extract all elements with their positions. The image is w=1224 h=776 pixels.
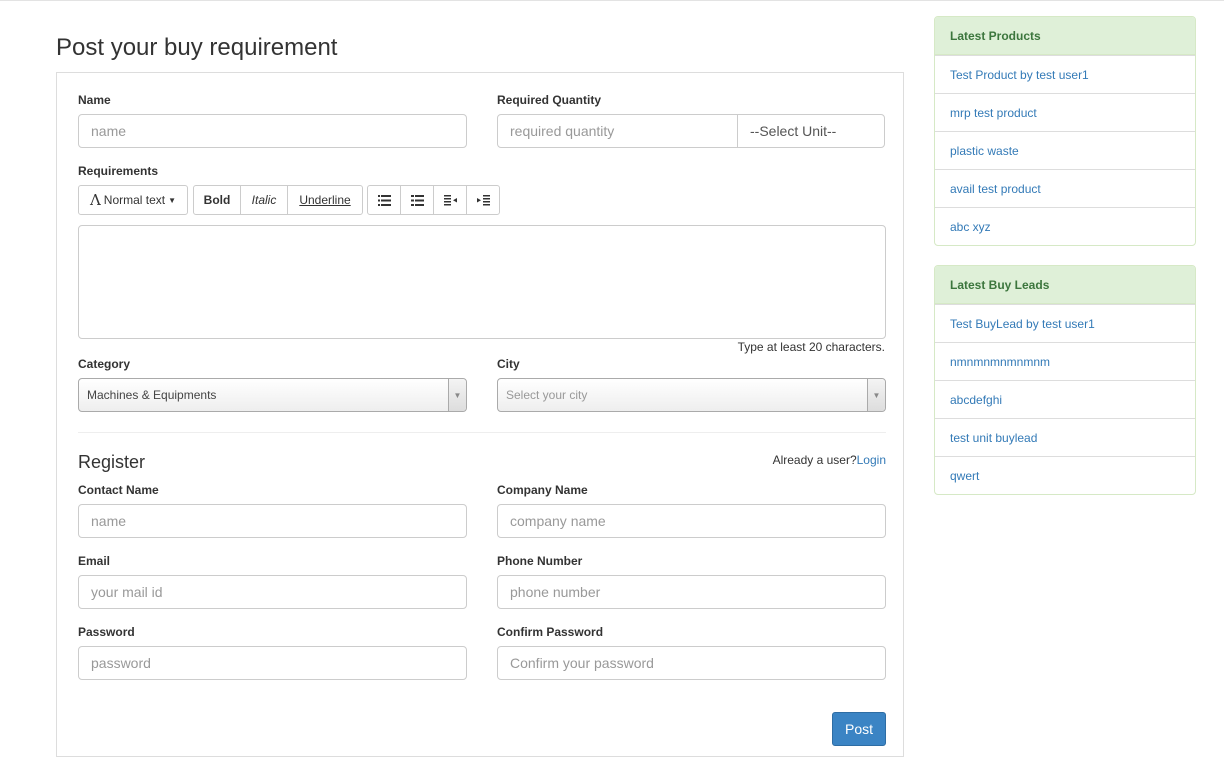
latest-product-link[interactable]: avail test product — [935, 169, 1195, 207]
city-label: City — [497, 357, 520, 371]
company-name-label: Company Name — [497, 483, 588, 497]
login-link[interactable]: Login — [857, 453, 886, 467]
contact-name-label: Contact Name — [78, 483, 159, 497]
page-title: Post your buy requirement — [56, 34, 338, 61]
outdent-button[interactable] — [433, 185, 467, 215]
indent-icon — [476, 194, 490, 205]
buy-lead-link[interactable]: nmnmnmnmnmnm — [935, 342, 1195, 380]
bold-label: Bold — [203, 193, 231, 207]
password-input[interactable]: password — [78, 646, 467, 680]
font-icon: Ʌ — [89, 191, 101, 209]
category-label: Category — [78, 357, 131, 371]
category-dropdown-arrow-icon[interactable]: ▼ — [448, 379, 466, 411]
outdent-icon — [443, 194, 457, 205]
phone-placeholder: phone number — [510, 584, 601, 600]
category-value: Machines & Equipments — [87, 388, 217, 402]
name-input[interactable]: name — [78, 114, 467, 148]
buy-lead-link[interactable]: qwert — [935, 456, 1195, 494]
buy-lead-link[interactable]: abcdefghi — [935, 380, 1195, 418]
italic-label: Italic — [251, 193, 277, 207]
confirm-password-label: Confirm Password — [497, 625, 604, 639]
email-label: Email — [78, 554, 111, 568]
buy-lead-link[interactable]: Test BuyLead by test user1 — [935, 304, 1195, 342]
company-name-input[interactable]: company name — [497, 504, 886, 538]
email-placeholder: your mail id — [91, 584, 163, 600]
company-name-placeholder: company name — [510, 513, 606, 529]
section-divider — [78, 432, 886, 433]
city-dropdown-arrow-icon[interactable]: ▼ — [867, 379, 885, 411]
latest-products-panel: Latest Products Test Product by test use… — [934, 16, 1196, 246]
list-ol-icon — [410, 194, 424, 206]
quantity-label: Required Quantity — [497, 93, 602, 107]
phone-label: Phone Number — [497, 554, 583, 568]
italic-button[interactable]: Italic — [240, 185, 288, 215]
latest-buy-leads-panel: Latest Buy Leads Test BuyLead by test us… — [934, 265, 1196, 495]
underline-label: Underline — [299, 193, 351, 207]
already-user-text: Already a user? — [772, 453, 857, 467]
city-placeholder: Select your city — [506, 388, 588, 402]
text-style-dropdown[interactable]: Ʌ Normal text ▼ — [78, 185, 188, 215]
underline-button[interactable]: Underline — [287, 185, 363, 215]
indent-button[interactable] — [466, 185, 500, 215]
confirm-password-input[interactable]: Confirm your password — [497, 646, 886, 680]
latest-product-link[interactable]: mrp test product — [935, 93, 1195, 131]
bold-button[interactable]: Bold — [193, 185, 241, 215]
requirements-hint: Type at least 20 characters. — [737, 340, 885, 354]
phone-input[interactable]: phone number — [497, 575, 886, 609]
register-title: Register — [78, 452, 146, 472]
top-border — [0, 0, 1224, 1]
name-label: Name — [78, 93, 111, 107]
city-select[interactable]: Select your city ▼ — [497, 378, 886, 412]
requirements-editor[interactable] — [78, 225, 886, 339]
password-label: Password — [78, 625, 135, 639]
quantity-placeholder: required quantity — [510, 123, 615, 139]
caret-down-icon: ▼ — [168, 195, 177, 205]
quantity-input[interactable]: required quantity — [497, 114, 738, 148]
buy-lead-link[interactable]: test unit buylead — [935, 418, 1195, 456]
latest-product-link[interactable]: Test Product by test user1 — [935, 55, 1195, 93]
latest-product-link[interactable]: abc xyz — [935, 207, 1195, 245]
unordered-list-button[interactable] — [367, 185, 401, 215]
post-button[interactable]: Post — [832, 712, 886, 746]
name-placeholder: name — [91, 123, 127, 139]
latest-product-link[interactable]: plastic waste — [935, 131, 1195, 169]
latest-products-title: Latest Products — [935, 17, 1195, 55]
password-placeholder: password — [91, 655, 151, 671]
format-group: Bold Italic Underline — [193, 185, 363, 215]
contact-name-input[interactable]: name — [78, 504, 467, 538]
requirements-label: Requirements — [78, 164, 159, 178]
unit-select-value: --Select Unit-- — [750, 123, 837, 139]
text-style-group: Ʌ Normal text ▼ — [78, 185, 188, 215]
list-group — [367, 185, 500, 215]
unit-select[interactable]: --Select Unit-- — [737, 114, 885, 148]
latest-buy-leads-title: Latest Buy Leads — [935, 266, 1195, 304]
list-ul-icon — [377, 194, 391, 206]
login-prompt: Already a user?Login — [700, 453, 886, 467]
category-select[interactable]: Machines & Equipments ▼ — [78, 378, 467, 412]
email-input[interactable]: your mail id — [78, 575, 467, 609]
text-style-label: Normal text — [103, 193, 166, 207]
ordered-list-button[interactable] — [400, 185, 434, 215]
confirm-password-placeholder: Confirm your password — [510, 655, 654, 671]
contact-name-placeholder: name — [91, 513, 127, 529]
